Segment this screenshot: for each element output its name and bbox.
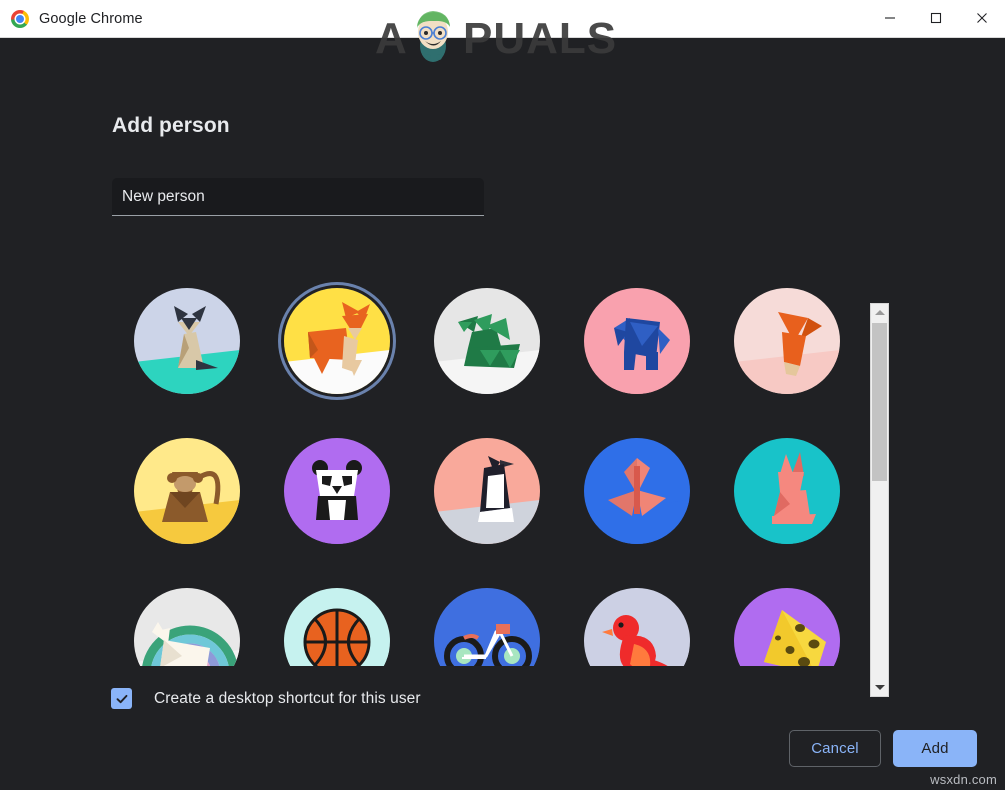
person-name-input[interactable] <box>112 178 484 216</box>
avatar-option-origami-penguin[interactable] <box>412 416 562 566</box>
avatar-option-origami-elephant[interactable] <box>562 266 712 416</box>
desktop-shortcut-label: Create a desktop shortcut for this user <box>154 689 421 707</box>
avatar-grid <box>112 266 862 666</box>
avatar-option-origami-cat[interactable] <box>112 266 262 416</box>
origami-unicorn-icon <box>134 588 240 666</box>
close-icon[interactable] <box>959 0 1005 37</box>
avatar-option-origami-panda[interactable] <box>262 416 412 566</box>
red-bird-icon <box>584 588 690 666</box>
basketball-icon <box>284 588 390 666</box>
chevron-up-icon[interactable] <box>871 304 888 321</box>
avatar-grid-scrollbar[interactable] <box>870 303 889 697</box>
add-person-dialog: Add person New person Create a desktop s… <box>0 38 1005 790</box>
window-titlebar: Google Chrome <box>0 0 1005 38</box>
origami-penguin-icon <box>434 438 540 544</box>
origami-bird-orange-icon <box>734 288 840 394</box>
origami-cat-icon <box>134 288 240 394</box>
window-title: Google Chrome <box>39 10 143 27</box>
titlebar-left: Google Chrome <box>0 9 143 28</box>
check-icon <box>116 694 127 703</box>
avatar-grid-viewport[interactable] <box>112 266 869 666</box>
bicycle-icon <box>434 588 540 666</box>
chrome-add-person-window: Google Chrome A PUALS Add person New per… <box>0 0 1005 790</box>
origami-elephant-icon <box>584 288 690 394</box>
avatar-option-red-bird[interactable] <box>562 566 712 666</box>
wsxdn-watermark: wsxdn.com <box>930 772 997 787</box>
avatar-option-bicycle[interactable] <box>412 566 562 666</box>
maximize-icon[interactable] <box>913 0 959 37</box>
origami-dragon-icon <box>434 288 540 394</box>
window-controls <box>867 0 1005 38</box>
avatar-option-basketball[interactable] <box>262 566 412 666</box>
desktop-shortcut-checkbox[interactable] <box>111 688 132 709</box>
origami-rabbit-icon <box>734 438 840 544</box>
avatar-option-origami-monkey[interactable] <box>112 416 262 566</box>
desktop-shortcut-row[interactable]: Create a desktop shortcut for this user <box>111 688 421 709</box>
scrollbar-thumb[interactable] <box>872 323 887 481</box>
avatar-option-origami-dragon[interactable] <box>412 266 562 416</box>
chevron-down-icon[interactable] <box>871 679 888 696</box>
origami-panda-icon <box>284 438 390 544</box>
scrollbar-track[interactable] <box>871 321 888 679</box>
dialog-footer: Cancel Add <box>789 730 977 767</box>
origami-fox-icon <box>284 288 390 394</box>
minimize-icon[interactable] <box>867 0 913 37</box>
avatar-option-origami-fox[interactable] <box>262 266 412 416</box>
cheese-icon <box>734 588 840 666</box>
avatar-option-origami-rabbit[interactable] <box>712 416 862 566</box>
avatar-option-origami-butterfly[interactable] <box>562 416 712 566</box>
chrome-logo-icon <box>11 9 29 28</box>
cancel-button[interactable]: Cancel <box>789 730 881 767</box>
avatar-option-cheese[interactable] <box>712 566 862 666</box>
page-title: Add person <box>112 114 230 137</box>
origami-butterfly-icon <box>584 438 690 544</box>
avatar-option-origami-unicorn[interactable] <box>112 566 262 666</box>
avatar-option-origami-bird-orange[interactable] <box>712 266 862 416</box>
add-button[interactable]: Add <box>893 730 977 767</box>
origami-monkey-icon <box>134 438 240 544</box>
